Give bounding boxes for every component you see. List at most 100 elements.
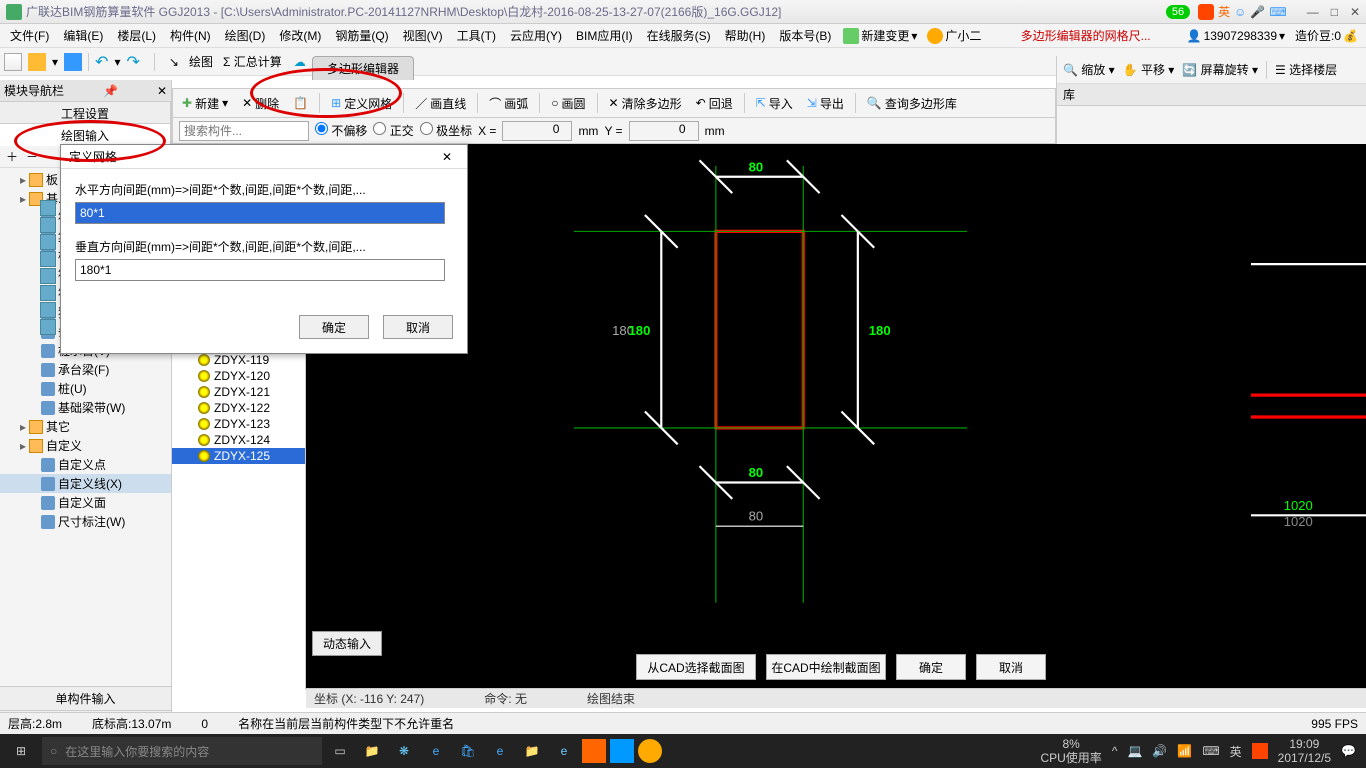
explorer-icon[interactable]: 📁 [358,737,386,765]
app2-icon[interactable] [582,739,606,763]
menu-floor[interactable]: 楼层(L) [111,25,162,46]
component-row[interactable]: ZDYX-120 [172,368,305,384]
cloud-check-icon[interactable]: ☁ [294,55,306,69]
tree-node[interactable]: 基础梁带(W) [0,398,171,417]
start-button[interactable]: ⊞ [4,734,38,768]
close-button[interactable]: ✕ [1350,5,1360,19]
tab-polyeditor[interactable]: 多边形编辑器 [312,56,414,80]
tab-single-input[interactable]: 单构件输入 [0,686,171,710]
max-button[interactable]: □ [1331,5,1338,19]
app4-icon[interactable] [638,739,662,763]
menu-edit[interactable]: 编辑(E) [57,25,109,46]
component-row[interactable]: ZDYX-124 [172,432,305,448]
undo-icon[interactable]: ↶ [95,52,108,72]
nav-close-icon[interactable]: ✕ [157,84,167,98]
sogou-tray-icon[interactable] [1252,743,1268,759]
tab-project-setting[interactable]: 工程设置 [0,102,171,123]
tab-draw-input[interactable]: 绘图输入 [0,124,171,146]
copy-button[interactable]: 📋 [290,94,311,112]
app1-icon[interactable]: ❋ [390,737,418,765]
open-icon[interactable] [28,53,46,71]
new-button[interactable]: ✚新建▾ [179,93,231,114]
line-button[interactable]: ／画直线 [412,93,469,114]
y-input[interactable]: 0 [629,121,699,141]
edge-icon[interactable]: e [422,737,450,765]
dialog-ok-button[interactable]: 确定 [299,315,369,339]
tree-node[interactable]: 自定义点 [0,455,171,474]
draw-in-cad-button[interactable]: 在CAD中绘制截面图 [766,654,886,680]
menu-rebar[interactable]: 钢筋量(Q) [329,25,394,46]
notice-text[interactable]: 多边形编辑器的网格尺... [1021,27,1151,44]
edge2-icon[interactable]: e [486,737,514,765]
component-row[interactable]: ZDYX-122 [172,400,305,416]
draw-tool[interactable]: ↘ [169,55,179,69]
zoom-tool[interactable]: 🔍 缩放 ▾ [1063,61,1115,78]
tree-node[interactable]: ▸自定义 [0,436,171,455]
expand-all-icon[interactable]: ＋ [6,148,18,165]
phone-button[interactable]: 👤13907298339▾ [1183,27,1289,45]
from-cad-button[interactable]: 从CAD选择截面图 [636,654,756,680]
menu-tool[interactable]: 工具(T) [451,25,502,46]
menu-modify[interactable]: 修改(M) [273,25,327,46]
menu-online[interactable]: 在线服务(S) [641,25,717,46]
nav-pin-icon[interactable]: 📌 [103,84,118,98]
menu-cloud[interactable]: 云应用(Y) [504,25,568,46]
component-row[interactable]: ZDYX-119 [172,352,305,368]
notif-badge[interactable]: 56 [1166,5,1190,19]
collapse-all-icon[interactable]: － [26,148,38,165]
clear-poly-button[interactable]: ✕清除多边形 [606,93,685,114]
nooffset-radio[interactable]: 不偏移 [315,122,367,139]
ie-icon[interactable]: e [550,737,578,765]
menu-ver[interactable]: 版本号(B) [773,25,837,46]
app3-icon[interactable] [610,739,634,763]
new-icon[interactable] [4,53,22,71]
menu-file[interactable]: 文件(F) [4,25,55,46]
menu-view[interactable]: 视图(V) [397,25,449,46]
tree-node[interactable]: 尺寸标注(W) [0,512,171,531]
polar-radio[interactable]: 极坐标 [420,122,472,139]
rotate-tool[interactable]: 🔄 屏幕旋转 ▾ [1182,61,1258,78]
query-lib-button[interactable]: 🔍查询多边形库 [864,93,960,114]
component-row[interactable]: ZDYX-125 [172,448,305,464]
save-icon[interactable] [64,53,82,71]
dynamic-input-button[interactable]: 动态输入 [312,631,382,656]
component-row[interactable]: ZDYX-123 [172,416,305,432]
import-button[interactable]: ⇱导入 [753,93,796,114]
search-components-input[interactable] [179,121,309,141]
tree-node[interactable]: 承台梁(F) [0,360,171,379]
system-tray[interactable]: 8%CPU使用率 ^💻🔊📶⌨ 英 19:092017/12/5 💬 [1040,737,1362,766]
cad-cancel-button[interactable]: 取消 [976,654,1046,680]
store-icon[interactable]: 🛍 [454,737,482,765]
circle-button[interactable]: ○画圆 [548,93,588,114]
new-change-button[interactable]: 新建变更▾ [839,25,921,46]
sigma-label[interactable]: Σ 汇总计算 [223,53,282,70]
folder2-icon[interactable]: 📁 [518,737,546,765]
export-button[interactable]: ⇲导出 [804,93,847,114]
cad-ok-button[interactable]: 确定 [896,654,966,680]
ime-bar[interactable]: 英 ☺🎤⌨ [1198,3,1287,20]
v-spacing-input[interactable] [75,259,445,281]
undo-step-button[interactable]: ↶回退 [693,93,736,114]
h-spacing-input[interactable] [75,202,445,224]
menu-help[interactable]: 帮助(H) [719,25,772,46]
arc-button[interactable]: ⌒画弧 [486,93,531,114]
tree-node[interactable]: 自定义面 [0,493,171,512]
tree-node[interactable]: ▸其它 [0,417,171,436]
taskview-icon[interactable]: ▭ [326,737,354,765]
define-grid-button[interactable]: ⊞定义网格 [328,93,395,114]
delete-button[interactable]: ✕删除 [239,93,282,114]
pan-tool[interactable]: ✋ 平移 ▾ [1123,61,1175,78]
ortho-radio[interactable]: 正交 [373,122,413,139]
menu-bim[interactable]: BIM应用(I) [570,25,639,46]
dialog-cancel-button[interactable]: 取消 [383,315,453,339]
component-row[interactable]: ZDYX-121 [172,384,305,400]
redo-icon[interactable]: ↷ [126,52,139,72]
min-button[interactable]: — [1307,5,1319,19]
user-button[interactable]: 广小二 [923,25,985,46]
menu-comp[interactable]: 构件(N) [164,25,217,46]
tree-node[interactable]: 自定义线(X) [0,474,171,493]
x-input[interactable]: 0 [502,121,572,141]
search-box[interactable]: ○ 在这里输入你要搜索的内容 [42,737,322,765]
coin-button[interactable]: 造价豆:0💰 [1291,25,1362,46]
tree-node[interactable]: 桩(U) [0,379,171,398]
